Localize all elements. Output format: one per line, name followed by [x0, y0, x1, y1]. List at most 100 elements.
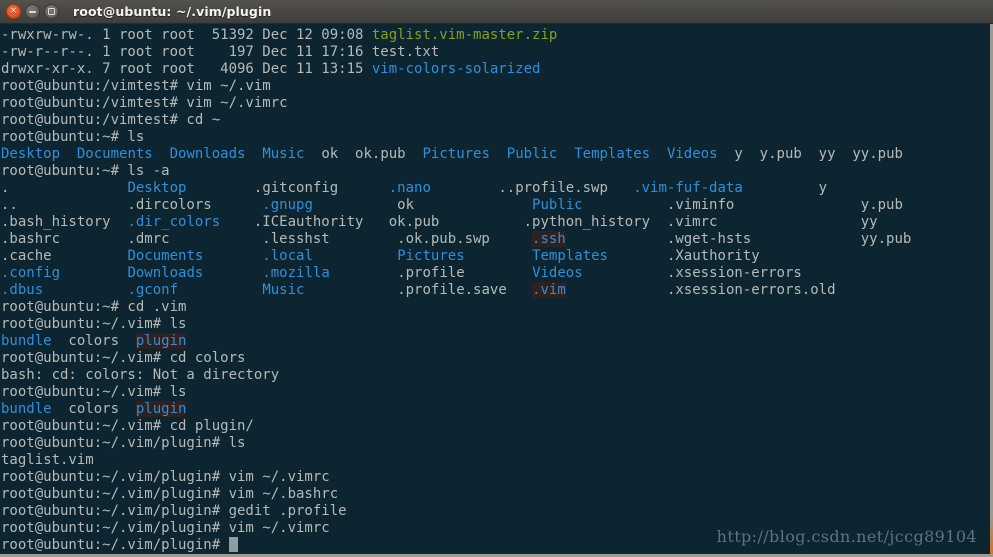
- minimize-icon[interactable]: [25, 4, 40, 19]
- terminal-text: y: [818, 180, 828, 196]
- terminal-text: .mozilla: [262, 265, 330, 281]
- terminal-line: .bash_history .dir_colors .ICEauthority …: [1, 214, 991, 231]
- terminal-text: Public: [506, 146, 558, 162]
- terminal-text: .gitconfig: [253, 180, 389, 196]
- terminal-text: Pictures: [397, 248, 465, 264]
- terminal-line: root@ubuntu:~/.vim# cd colors: [1, 350, 991, 367]
- terminal-line: root@ubuntu:~# cd .vim: [1, 299, 991, 316]
- terminal-text: root@ubuntu:~/.vim/plugin# vim ~/.bashrc: [1, 486, 339, 502]
- close-icon[interactable]: ×: [6, 4, 21, 19]
- terminal-text: root@ubuntu:~/.vim/plugin#: [1, 537, 229, 553]
- terminal-text: root@ubuntu:~/.vim# cd colors: [1, 350, 246, 366]
- terminal-text: root@ubuntu:~# ls -a: [1, 163, 170, 179]
- terminal-window: × root@ubuntu: ~/.vim/plugin -rwxrw-rw-.…: [0, 0, 993, 557]
- terminal-line: drwxr-xr-x. 7 root root 4096 Dec 11 13:1…: [1, 61, 991, 78]
- terminal-text: vim-colors-solarized: [371, 61, 541, 77]
- terminal-text: .profile: [397, 265, 533, 281]
- terminal-text: -rw-r--r--. 1 root root 197 Dec 11 17:16…: [1, 44, 440, 60]
- terminal-text: .xsession-errors.old: [666, 282, 836, 298]
- terminal-line: root@ubuntu:~# ls -a: [1, 163, 991, 180]
- terminal-text: .ICEauthority ok.pub .python_history .vi…: [253, 214, 878, 230]
- window-titlebar[interactable]: × root@ubuntu: ~/.vim/plugin: [0, 0, 993, 24]
- terminal-text: root@ubuntu:~/.vim/plugin# vim ~/.vimrc: [1, 520, 330, 536]
- terminal-line: root@ubuntu:~/.vim# cd plugin/: [1, 418, 991, 435]
- terminal-text: root@ubuntu:/vimtest# vim ~/.vim: [1, 78, 271, 94]
- terminal-text: .wget-hsts yy.pub: [666, 231, 912, 247]
- terminal-text: Pictures: [422, 146, 490, 162]
- terminal-text: Videos: [532, 265, 583, 281]
- terminal-text: root@ubuntu:~/.vim/plugin# gedit .profil…: [1, 503, 347, 519]
- terminal-text: y y.pub yy yy.pub: [734, 146, 903, 162]
- terminal-text: colors: [51, 333, 136, 349]
- terminal-line: root@ubuntu:~/.vim/plugin# vim ~/.bashrc: [1, 486, 991, 503]
- terminal-text: .profile.save: [397, 282, 533, 298]
- terminal-screen[interactable]: -rwxrw-rw-. 1 root root 51392 Dec 12 09:…: [1, 27, 991, 554]
- terminal-text: root@ubuntu:~/.vim/plugin# ls: [1, 435, 246, 451]
- maximize-glyph: [48, 8, 55, 15]
- terminal-text: taglist.vim-master.zip: [371, 27, 558, 43]
- terminal-line: -rwxrw-rw-. 1 root root 51392 Dec 12 09:…: [1, 27, 991, 44]
- terminal-text: root@ubuntu:~/.vim# cd plugin/: [1, 418, 254, 434]
- terminal-text: .dbus: [1, 282, 44, 298]
- terminal-line: root@ubuntu:~/.vim/plugin# vim ~/.vimrc: [1, 469, 991, 486]
- minimize-glyph: [29, 10, 36, 13]
- terminal-text: taglist.vim: [1, 452, 94, 468]
- terminal-cursor: [228, 537, 238, 552]
- terminal-text: .ssh: [532, 231, 566, 247]
- maximize-icon[interactable]: [44, 4, 59, 19]
- terminal-text: Music: [262, 282, 305, 298]
- terminal-text: Documents: [76, 146, 153, 162]
- terminal-text: Documents: [127, 248, 204, 264]
- terminal-text: .: [1, 180, 128, 196]
- terminal-body[interactable]: -rwxrw-rw-. 1 root root 51392 Dec 12 09:…: [0, 24, 993, 557]
- terminal-text: .Xauthority: [666, 248, 760, 264]
- terminal-text: .vim: [532, 282, 566, 298]
- terminal-line: bundle colors plugin: [1, 333, 991, 350]
- terminal-line: .bashrc .dmrc .lesshst .ok.pub.swp .ssh …: [1, 231, 991, 248]
- terminal-text: Public: [532, 197, 583, 213]
- terminal-text: .vim-fuf-data: [633, 180, 743, 196]
- terminal-text: colors: [51, 401, 136, 417]
- terminal-text: plugin: [135, 401, 187, 417]
- terminal-text: .. .dircolors: [1, 197, 263, 213]
- terminal-text: .nano: [388, 180, 431, 196]
- terminal-text: bash: cd: colors: Not a directory: [1, 367, 280, 383]
- terminal-text: root@ubuntu:/vimtest# vim ~/.vimrc: [1, 95, 288, 111]
- terminal-line: bash: cd: colors: Not a directory: [1, 367, 991, 384]
- terminal-line: . Desktop .gitconfig .nano ..profile.swp…: [1, 180, 991, 197]
- terminal-line: .config Downloads .mozilla .profile Vide…: [1, 265, 991, 282]
- terminal-text: .gnupg: [262, 197, 313, 213]
- terminal-line: root@ubuntu:/vimtest# vim ~/.vim: [1, 78, 991, 95]
- terminal-text: Templates: [532, 248, 608, 264]
- terminal-line: .cache Documents .local Pictures Templat…: [1, 248, 991, 265]
- terminal-line: root@ubuntu:~/.vim# ls: [1, 316, 991, 333]
- terminal-line: bundle colors plugin: [1, 401, 991, 418]
- terminal-text: Desktop: [1, 146, 61, 162]
- terminal-text: .xsession-errors: [666, 265, 802, 281]
- terminal-text: -rwxrw-rw-. 1 root root 51392 Dec 12 09:…: [1, 27, 372, 43]
- terminal-text: Downloads: [127, 265, 204, 281]
- terminal-line: root@ubuntu:~/.vim/plugin# gedit .profil…: [1, 503, 991, 520]
- terminal-line: root@ubuntu:~# ls: [1, 129, 991, 146]
- terminal-text: .dir_colors: [127, 214, 221, 230]
- terminal-text: Templates: [574, 146, 651, 162]
- terminal-line: root@ubuntu:~/.vim/plugin# ls: [1, 435, 991, 452]
